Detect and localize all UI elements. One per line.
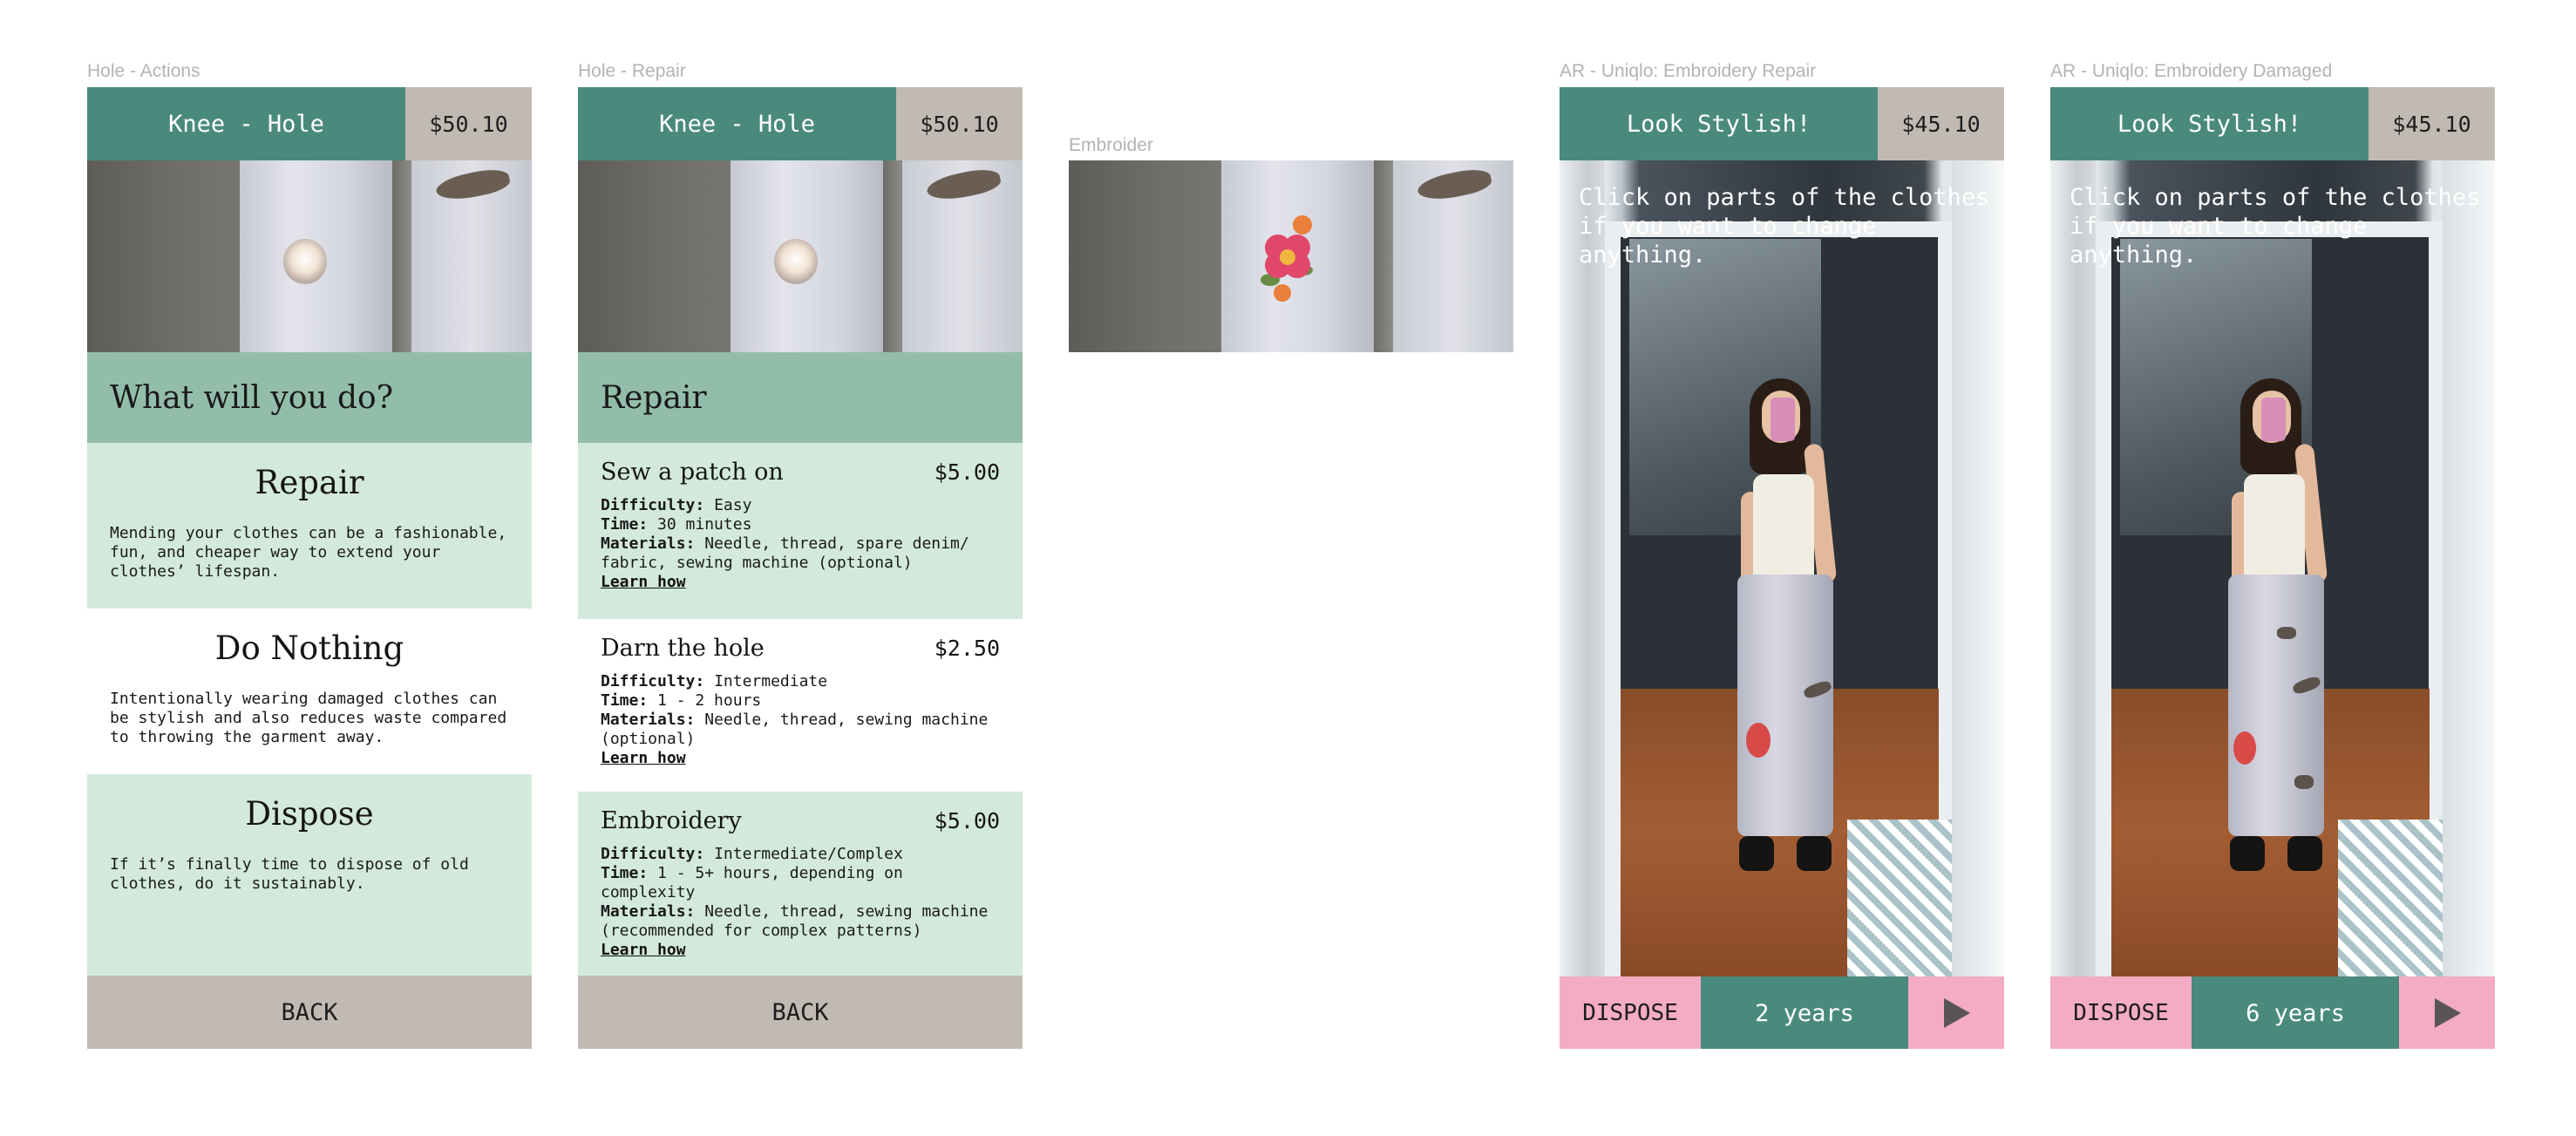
option-desc: Intentionally wearing damaged clothes ca… xyxy=(110,690,507,746)
option-title: Dispose xyxy=(245,795,374,833)
play-icon xyxy=(1944,998,1970,1028)
repair-item-darn[interactable]: Darn the hole $2.50 Difficulty: Intermed… xyxy=(578,619,1023,792)
dispose-button[interactable]: DISPOSE xyxy=(2050,976,2192,1049)
header-title: Look Stylish! xyxy=(1560,87,1878,160)
frame-label-embroider: Embroider xyxy=(1069,135,1153,155)
time-value: 1 - 2 hours xyxy=(657,691,762,710)
hole-mark xyxy=(283,239,327,284)
question-heading: What will you do? xyxy=(87,352,532,443)
item-name: Embroidery xyxy=(601,807,742,834)
knee-hole-photo xyxy=(87,160,532,352)
dispose-button[interactable]: DISPOSE xyxy=(1560,976,1701,1049)
item-price: $5.00 xyxy=(934,459,1000,485)
header-price: $45.10 xyxy=(2369,87,2495,160)
back-button[interactable]: BACK xyxy=(578,976,1023,1049)
repair-item-embroidery[interactable]: Embroidery $5.00 Difficulty: Intermediat… xyxy=(578,792,1023,976)
frame-ar-damaged: Look Stylish! $45.10 Click on parts of t… xyxy=(2050,87,2495,1049)
item-name: Sew a patch on xyxy=(601,459,784,486)
difficulty-key: Difficulty: xyxy=(601,496,705,514)
materials-key: Materials: xyxy=(601,902,696,921)
header-price: $50.10 xyxy=(896,87,1023,160)
difficulty-value: Intermediate xyxy=(714,672,828,690)
person-figure xyxy=(1716,378,1856,976)
item-price: $5.00 xyxy=(934,808,1000,833)
difficulty-key: Difficulty: xyxy=(601,672,705,690)
embroidered-knee-photo xyxy=(1069,160,1513,352)
time-key: Time: xyxy=(601,691,649,710)
frame-label-ar-repair: AR - Uniqlo: Embroidery Repair xyxy=(1560,61,1817,81)
materials-key: Materials: xyxy=(601,711,696,729)
option-desc: Mending your clothes can be a fashionabl… xyxy=(110,524,507,581)
frame-label-repair: Hole - Repair xyxy=(578,61,686,81)
option-dispose[interactable]: Dispose If it’s finally time to dispose … xyxy=(87,774,532,979)
person-figure xyxy=(2207,378,2347,976)
header-bar: Look Stylish! $45.10 xyxy=(2050,87,2495,160)
learn-how-link[interactable]: Learn how xyxy=(601,749,1000,768)
back-button[interactable]: BACK xyxy=(87,976,532,1049)
materials-key: Materials: xyxy=(601,534,696,553)
frame-hole-actions: Knee - Hole $50.10 What will you do? Rep… xyxy=(87,87,532,1049)
ar-hint-text: Click on parts of the clothes if you wan… xyxy=(2070,184,2481,269)
repair-item-patch[interactable]: Sew a patch on $5.00 Difficulty: Easy Ti… xyxy=(578,443,1023,619)
knee-hole-photo xyxy=(578,160,1023,352)
pants-clickable-area[interactable] xyxy=(2228,575,2324,836)
header-price: $45.10 xyxy=(1878,87,2004,160)
header-price: $50.10 xyxy=(405,87,532,160)
option-do-nothing[interactable]: Do Nothing Intentionally wearing damaged… xyxy=(87,609,532,774)
ar-camera-view[interactable]: Click on parts of the clothes if you wan… xyxy=(1560,160,2004,976)
pants-clickable-area[interactable] xyxy=(1737,575,1833,836)
frame-ar-repair: Look Stylish! $45.10 Click on parts of t… xyxy=(1560,87,2004,1049)
header-bar: Knee - Hole $50.10 xyxy=(578,87,1023,160)
repair-heading: Repair xyxy=(578,352,1023,443)
flower-embroidery xyxy=(1247,213,1326,309)
years-indicator: 2 years xyxy=(1701,976,1908,1049)
play-button[interactable] xyxy=(1908,976,2004,1049)
time-key: Time: xyxy=(601,515,649,534)
play-button[interactable] xyxy=(2399,976,2495,1049)
hole-mark xyxy=(774,239,818,284)
ar-bottom-bar: DISPOSE 2 years xyxy=(1560,976,2004,1049)
play-icon xyxy=(2435,998,2461,1028)
ar-bottom-bar: DISPOSE 6 years xyxy=(2050,976,2495,1049)
frame-embroider xyxy=(1069,160,1513,352)
item-price: $2.50 xyxy=(934,636,1000,661)
item-name: Darn the hole xyxy=(601,635,765,662)
difficulty-value: Easy xyxy=(714,496,752,514)
difficulty-value: Intermediate/Complex xyxy=(714,845,903,863)
header-title: Look Stylish! xyxy=(2050,87,2369,160)
frame-label-actions: Hole - Actions xyxy=(87,61,201,81)
frame-hole-repair: Knee - Hole $50.10 Repair Sew a patch on… xyxy=(578,87,1023,1049)
learn-how-link[interactable]: Learn how xyxy=(601,573,1000,592)
years-indicator: 6 years xyxy=(2192,976,2399,1049)
header-bar: Look Stylish! $45.10 xyxy=(1560,87,2004,160)
option-title: Repair xyxy=(255,464,364,501)
learn-how-link[interactable]: Learn how xyxy=(601,941,1000,960)
header-title: Knee - Hole xyxy=(87,87,405,160)
option-title: Do Nothing xyxy=(214,629,404,667)
difficulty-key: Difficulty: xyxy=(601,845,705,863)
frame-label-ar-damaged: AR - Uniqlo: Embroidery Damaged xyxy=(2050,61,2333,81)
option-desc: If it’s finally time to dispose of old c… xyxy=(110,855,469,893)
ar-hint-text: Click on parts of the clothes if you wan… xyxy=(1579,184,1990,269)
time-key: Time: xyxy=(601,864,649,882)
header-bar: Knee - Hole $50.10 xyxy=(87,87,532,160)
time-value: 30 minutes xyxy=(657,515,752,534)
header-title: Knee - Hole xyxy=(578,87,896,160)
option-repair[interactable]: Repair Mending your clothes can be a fas… xyxy=(87,443,532,609)
ar-camera-view[interactable]: Click on parts of the clothes if you wan… xyxy=(2050,160,2495,976)
